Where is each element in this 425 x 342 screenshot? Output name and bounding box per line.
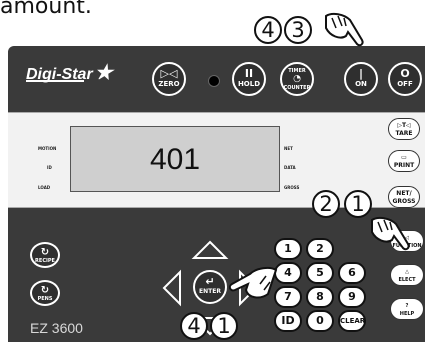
help-button[interactable]: ? HELP: [390, 298, 424, 320]
hold-icon: II: [244, 67, 254, 80]
recipe-icon: ↻: [40, 247, 50, 258]
id-label: ID: [47, 165, 52, 170]
arrow-up-icon[interactable]: [191, 240, 229, 259]
timer-icon: ◔: [293, 74, 301, 84]
net-label: NET: [284, 146, 293, 151]
recipe-button[interactable]: ↻ RECIPE: [30, 242, 60, 268]
weight-display: 401: [70, 126, 280, 192]
key-id[interactable]: ID: [274, 310, 302, 332]
print-icon: ▭: [401, 154, 407, 161]
print-button[interactable]: ▭ PRINT: [388, 150, 420, 172]
enter-button[interactable]: ↵ ENTER: [193, 270, 227, 304]
instruction-text: amount.: [0, 0, 92, 19]
zero-button[interactable]: ▷◁ ZERO: [152, 62, 186, 96]
select-button[interactable]: △ ELECT: [390, 264, 424, 286]
tare-icon: ▷T◁: [397, 122, 411, 129]
key-4[interactable]: 4: [274, 262, 302, 284]
hold-button[interactable]: II HOLD: [232, 62, 266, 96]
status-led: [208, 75, 220, 87]
hand-pointer-icon: [325, 12, 364, 47]
key-0[interactable]: 0: [306, 310, 334, 332]
brand-underline: [26, 80, 84, 82]
step-number: 1: [210, 312, 238, 340]
enter-icon: ↵: [205, 275, 215, 288]
key-7[interactable]: 7: [274, 286, 302, 308]
help-icon: ?: [405, 303, 409, 309]
key-5[interactable]: 5: [306, 262, 334, 284]
clear-button[interactable]: CLEAR: [338, 310, 366, 332]
step-number: 4: [180, 312, 208, 340]
step-number: 4: [254, 16, 282, 44]
timer-counter-button[interactable]: TIMER ◔ COUNTER: [280, 62, 314, 96]
star-icon: ★: [94, 62, 113, 84]
step-number: 2: [312, 190, 340, 218]
on-button[interactable]: | ON: [344, 62, 378, 96]
hand-pointer-icon: [371, 216, 410, 251]
brand-logo: Digi-Star ★: [26, 60, 146, 88]
net-gross-button[interactable]: NET/ GROSS: [388, 186, 420, 208]
key-2[interactable]: 2: [306, 238, 334, 260]
key-6[interactable]: 6: [338, 262, 366, 284]
model-label: EZ 3600: [30, 320, 83, 336]
arrow-left-icon[interactable]: [162, 269, 181, 307]
gross-label: GROSS: [284, 185, 300, 190]
step-number: 3: [284, 16, 312, 44]
hand-pointer-icon: [228, 266, 278, 299]
load-label: LOAD: [38, 185, 51, 190]
data-label: DATA: [284, 165, 296, 170]
select-icon: △: [405, 269, 409, 275]
key-1[interactable]: 1: [274, 238, 302, 260]
off-button[interactable]: O OFF: [388, 62, 422, 96]
tare-button[interactable]: ▷T◁ TARE: [388, 118, 420, 140]
power-on-icon: |: [358, 67, 364, 80]
pens-button[interactable]: ↻ PENS: [30, 280, 60, 306]
key-9[interactable]: 9: [338, 286, 366, 308]
zero-icon: ▷◁: [160, 67, 178, 80]
motion-label: MOTION: [38, 146, 57, 151]
key-8[interactable]: 8: [306, 286, 334, 308]
power-off-icon: O: [400, 67, 410, 80]
pens-icon: ↻: [40, 285, 50, 296]
